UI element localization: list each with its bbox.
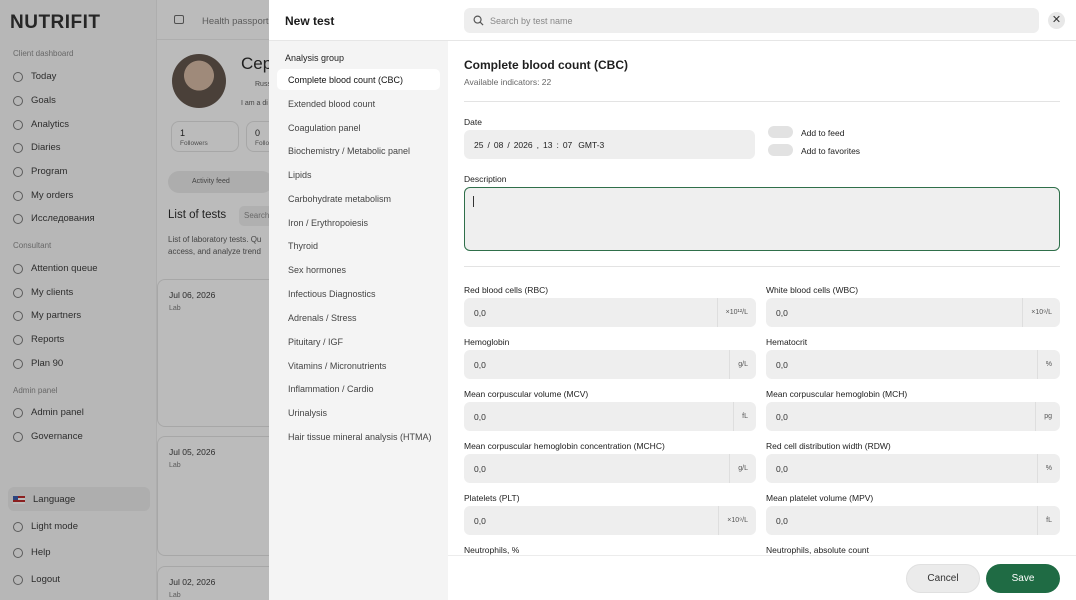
group-item-coagulation[interactable]: Coagulation panel [277,117,440,138]
field-mpv[interactable]: 0,0 fL [766,506,1060,535]
field-unit: ×10⁹/L [1022,298,1060,327]
field-value[interactable]: 0,0 [776,412,788,422]
field-mcv[interactable]: 0,0 fL [464,402,756,431]
date-sep: : [556,139,559,150]
form-title: Complete blood count (CBC) [464,58,628,72]
cancel-button[interactable]: Cancel [906,564,980,593]
date-sep: / [487,139,490,150]
test-form: Complete blood count (CBC) Available ind… [448,41,1076,555]
date-day[interactable]: 25 [474,140,483,150]
field-hemoglobin[interactable]: 0,0 g/L [464,350,756,379]
group-item-lipids[interactable]: Lipids [277,164,440,185]
group-item-biochemistry[interactable]: Biochemistry / Metabolic panel [277,140,440,161]
date-label: Date [464,117,482,127]
group-item-infectious[interactable]: Infectious Diagnostics [277,283,440,304]
field-hematocrit[interactable]: 0,0% [766,350,1060,379]
group-item-inflammation[interactable]: Inflammation / Cardio [277,378,440,399]
field-unit: g/L [729,350,756,379]
group-item-urinalysis[interactable]: Urinalysis [277,402,440,423]
analysis-group-list: Analysis group Complete blood count (CBC… [269,41,448,600]
field-label-rbc: Red blood cells (RBC) [464,285,549,295]
field-value[interactable]: 0,0 [474,308,486,318]
field-value[interactable]: 0,0 [776,308,788,318]
field-unit: % [1036,454,1060,483]
group-item-pituitary[interactable]: Pituitary / IGF [277,331,440,352]
field-unit: g/L [729,454,756,483]
field-value[interactable]: 0,0 [776,464,788,474]
description-textarea[interactable] [464,187,1060,251]
field-value[interactable]: 0,0 [776,360,788,370]
field-rdw[interactable]: 0,0% [766,454,1060,483]
divider [464,266,1060,267]
add-to-feed-toggle[interactable] [768,126,793,138]
field-unit: pg [1035,402,1060,431]
field-unit: % [1036,350,1060,379]
text-caret [473,196,474,207]
add-to-feed-label: Add to feed [801,128,845,138]
date-sep: , [536,139,539,150]
description-label: Description [464,174,507,184]
modal-footer: Cancel Save [448,555,1076,600]
group-item-sex-hormones[interactable]: Sex hormones [277,259,440,280]
field-label-hematocrit: Hematocrit [766,337,808,347]
add-to-favorites-label: Add to favorites [801,146,861,156]
field-unit: ×10⁹/L [718,506,756,535]
modal-header: New test ✕ [269,0,1076,41]
test-search-box[interactable] [464,8,1039,33]
field-label-mch: Mean corpuscular hemoglobin (MCH) [766,389,908,399]
group-item-extended-blood-count[interactable]: Extended blood count [277,93,440,114]
field-label-platelets: Platelets (PLT) [464,493,520,503]
field-mch[interactable]: 0,0 pg [766,402,1060,431]
date-minute[interactable]: 07 [563,140,572,150]
field-unit: fL [733,402,756,431]
field-mchc[interactable]: 0,0 g/L [464,454,756,483]
new-test-modal: New test ✕ Analysis group Complete blood… [269,0,1076,600]
test-search-input[interactable] [490,15,1010,26]
divider [464,101,1060,102]
analysis-group-heading: Analysis group [285,53,345,63]
field-label-mcv: Mean corpuscular volume (MCV) [464,389,589,399]
field-wbc[interactable]: 0,0 ×10⁹/L [766,298,1060,327]
modal-title: New test [285,14,335,28]
field-label-mchc: Mean corpuscular hemoglobin concentratio… [464,441,665,451]
field-value[interactable]: 0,0 [776,516,788,526]
field-label-hemoglobin: Hemoglobin [464,337,510,347]
group-item-vitamins[interactable]: Vitamins / Micronutrients [277,355,440,376]
field-label-mpv: Mean platelet volume (MPV) [766,493,874,503]
field-value[interactable]: 0,0 [474,464,486,474]
field-label-neutrophils-percent: Neutrophils, % [464,545,520,555]
field-label-rdw: Red cell distribution width (RDW) [766,441,891,451]
field-unit: fL [1037,506,1060,535]
date-month[interactable]: 08 [494,140,503,150]
add-to-favorites-toggle[interactable] [768,144,793,156]
field-value[interactable]: 0,0 [474,516,486,526]
field-value[interactable]: 0,0 [474,360,486,370]
field-label-neutrophils-absolute: Neutrophils, absolute count [766,545,870,555]
group-item-thyroid[interactable]: Thyroid [277,235,440,256]
close-button[interactable]: ✕ [1048,12,1065,29]
field-unit: ×10¹²/L [716,298,756,327]
field-label-wbc: White blood cells (WBC) [766,285,859,295]
available-indicators: Available indicators: 22 [464,77,552,87]
close-icon: ✕ [1051,14,1062,26]
search-icon [473,15,484,26]
group-item-carbohydrate[interactable]: Carbohydrate metabolism [277,188,440,209]
field-platelets[interactable]: 0,0 ×10⁹/L [464,506,756,535]
date-sep: / [507,139,510,150]
date-timezone: GMT-3 [578,139,605,150]
date-input[interactable]: 25 / 08 / 2026, 13: 07 GMT-3 [464,130,755,159]
field-value[interactable]: 0,0 [474,412,486,422]
date-year[interactable]: 2026 [514,140,533,150]
field-rbc[interactable]: 0,0 ×10¹²/L [464,298,756,327]
group-item-cbc[interactable]: Complete blood count (CBC) [277,69,440,90]
group-item-iron[interactable]: Iron / Erythropoiesis [277,212,440,233]
group-item-adrenals[interactable]: Adrenals / Stress [277,307,440,328]
group-item-htma[interactable]: Hair tissue mineral analysis (HTMA) [277,426,440,447]
date-hour[interactable]: 13 [543,140,552,150]
save-button[interactable]: Save [986,564,1060,593]
